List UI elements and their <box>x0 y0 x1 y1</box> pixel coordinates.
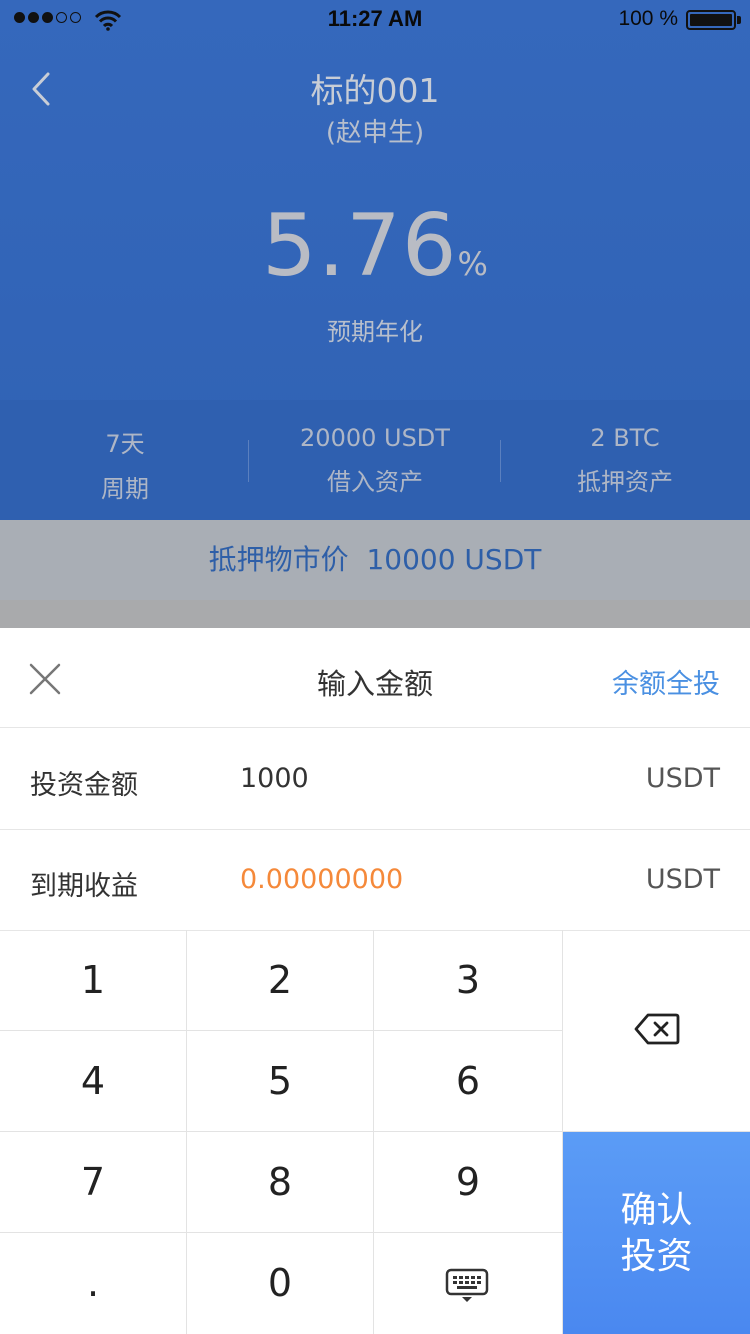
stat-value: 7天 <box>105 430 145 458</box>
pledge-value: 10000 USDT <box>366 543 542 576</box>
amount-input-sheet: 输入金额 余额全投 投资金额 1000 USDT 到期收益 0.00000000… <box>0 628 750 1334</box>
pledge-market-price: 抵押物市价 10000 USDT <box>0 520 750 600</box>
key-3[interactable]: 3 <box>374 930 563 1031</box>
invest-all-button[interactable]: 余额全投 <box>612 662 720 701</box>
stat-period: 7天 周期 <box>0 400 250 520</box>
key-9[interactable]: 9 <box>374 1132 563 1233</box>
key-6[interactable]: 6 <box>374 1031 563 1132</box>
key-1[interactable]: 1 <box>0 930 187 1031</box>
stat-label: 周期 <box>101 475 149 503</box>
row-unit: USDT <box>645 864 720 895</box>
battery-icon <box>686 10 736 30</box>
key-dot[interactable]: . <box>0 1233 187 1334</box>
key-2[interactable]: 2 <box>187 930 374 1031</box>
page-title: 标的001 <box>310 71 440 110</box>
stat-value: 20000 USDT <box>300 424 450 452</box>
numeric-keypad: 1 2 3 4 5 6 7 8 9 . 0 确认 投资 <box>0 930 750 1334</box>
page-subtitle: (赵申生) <box>325 118 425 148</box>
stat-borrowed: 20000 USDT 借入资产 <box>250 400 500 520</box>
row-unit: USDT <box>645 763 720 794</box>
rate-unit: % <box>457 245 488 283</box>
invest-amount-input[interactable]: 1000 <box>240 763 309 794</box>
stats-bar: 7天 周期 20000 USDT 借入资产 2 BTC 抵押资产 <box>0 400 750 520</box>
rate-label: 预期年化 <box>327 318 423 346</box>
confirm-line1: 确认 <box>620 1190 693 1231</box>
confirm-line2: 投资 <box>620 1236 693 1277</box>
backspace-icon <box>634 1013 680 1045</box>
key-0[interactable]: 0 <box>187 1233 374 1334</box>
stat-label: 借入资产 <box>327 468 423 496</box>
row-label: 投资金额 <box>30 770 138 801</box>
key-5[interactable]: 5 <box>187 1031 374 1132</box>
invest-amount-row[interactable]: 投资金额 1000 USDT <box>0 729 750 830</box>
stat-divider <box>248 440 249 482</box>
confirm-invest-button[interactable]: 确认 投资 <box>563 1132 750 1334</box>
expected-rate: 5.76% <box>0 196 750 296</box>
stat-value: 2 BTC <box>590 424 660 452</box>
rate-value: 5.76 <box>262 196 458 296</box>
key-7[interactable]: 7 <box>0 1132 187 1233</box>
profit-row: 到期收益 0.00000000 USDT <box>0 830 750 931</box>
hero-panel: 11:27 AM 100 % 标的001 (赵申生) 5.76% 预期年化 7天… <box>0 0 750 520</box>
hide-keyboard-key[interactable] <box>374 1233 563 1334</box>
pledge-label: 抵押物市价 <box>208 543 349 576</box>
row-label: 到期收益 <box>30 871 138 902</box>
battery-percent: 100 % <box>618 7 678 30</box>
stat-collateral: 2 BTC 抵押资产 <box>500 400 750 520</box>
sheet-header: 输入金额 余额全投 <box>0 628 750 728</box>
status-bar: 11:27 AM 100 % <box>0 0 750 40</box>
profit-value: 0.00000000 <box>240 864 404 895</box>
stat-divider <box>500 440 501 482</box>
stat-label: 抵押资产 <box>577 468 673 496</box>
key-8[interactable]: 8 <box>187 1132 374 1233</box>
keyboard-hide-icon <box>445 1268 489 1302</box>
overlay-gap <box>0 600 750 628</box>
backspace-key[interactable] <box>563 930 750 1132</box>
key-4[interactable]: 4 <box>0 1031 187 1132</box>
